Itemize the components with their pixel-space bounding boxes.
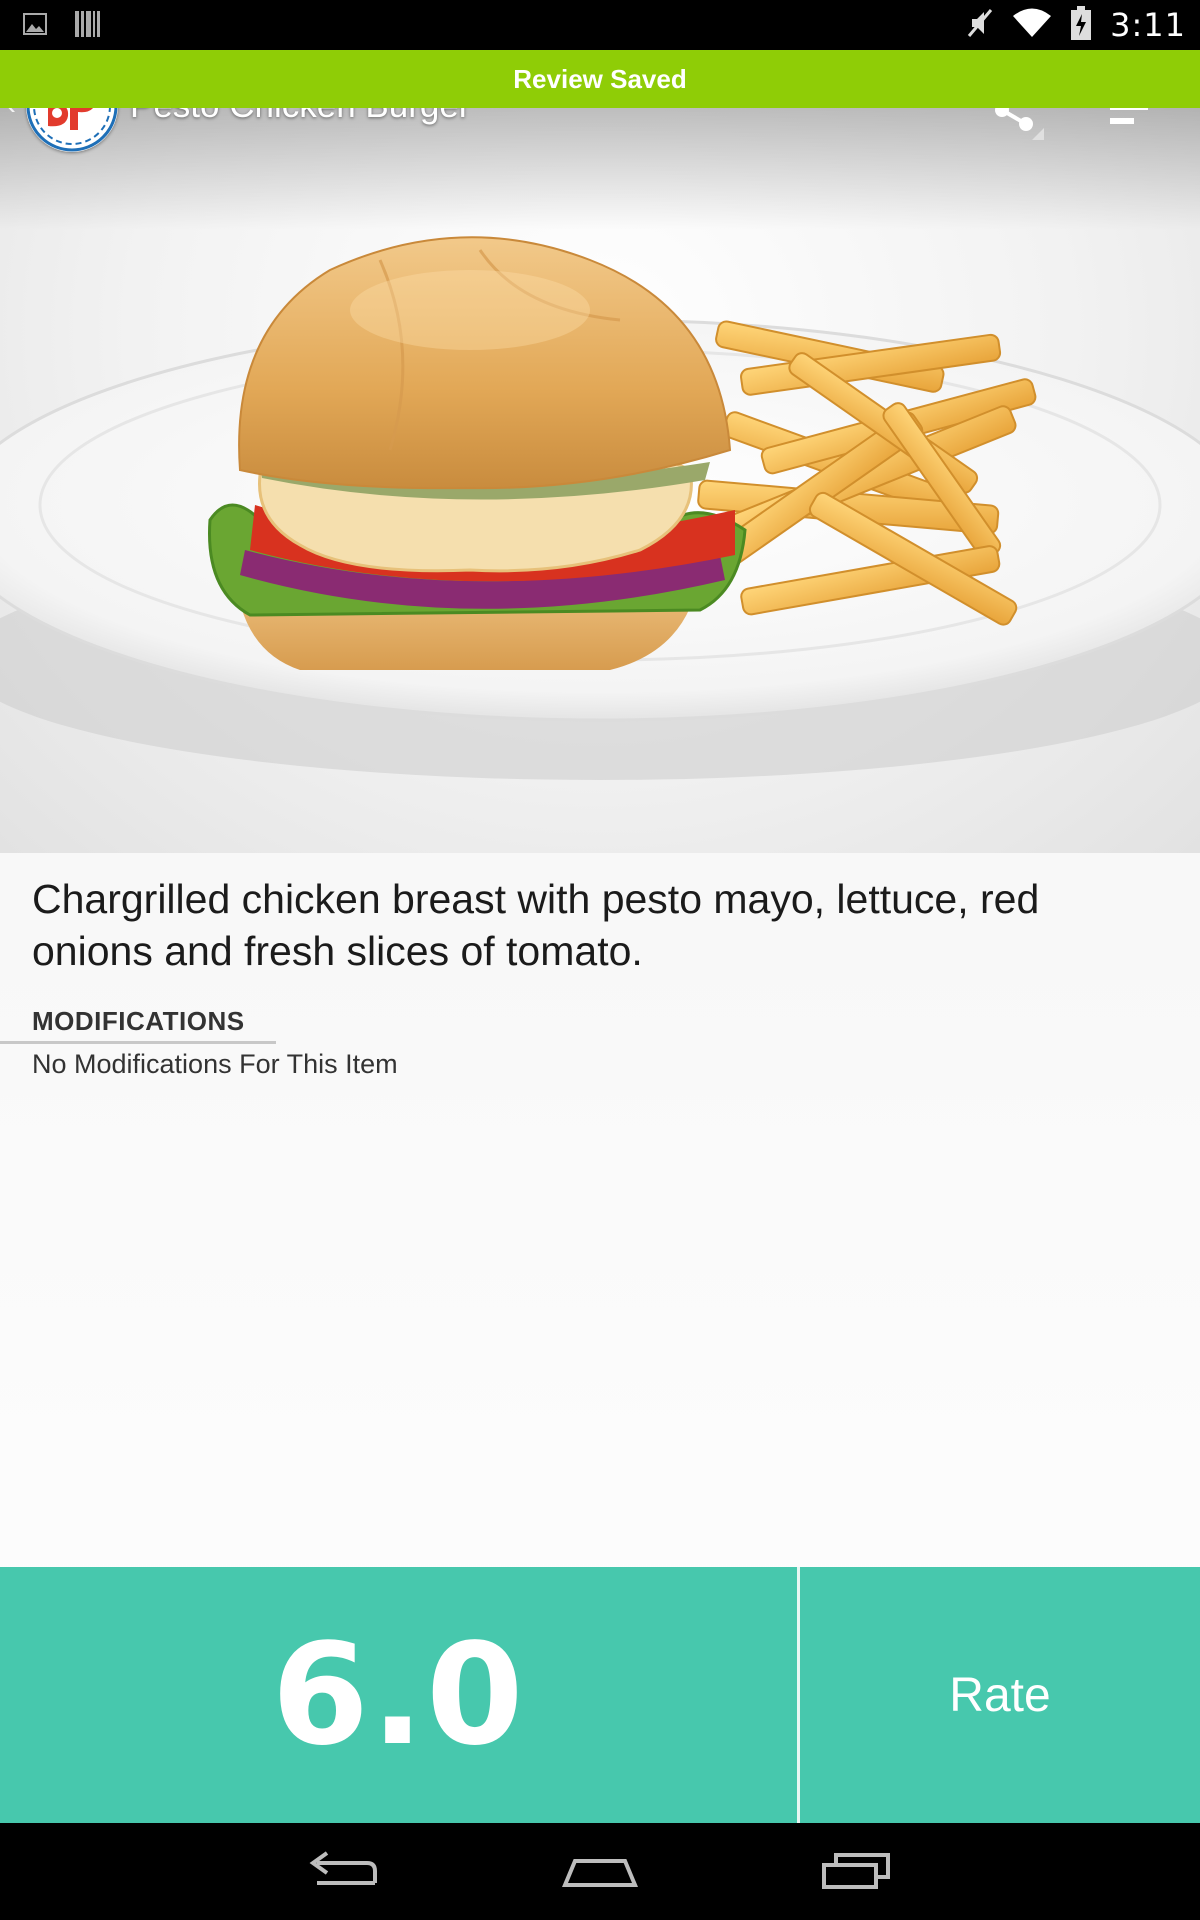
home-icon[interactable] bbox=[555, 1841, 645, 1901]
recent-apps-icon[interactable] bbox=[812, 1841, 902, 1901]
review-saved-toast: Review Saved bbox=[0, 50, 1200, 108]
modifications-value: No Modifications For This Item bbox=[32, 1049, 398, 1079]
back-icon[interactable] bbox=[297, 1841, 387, 1901]
mute-icon bbox=[966, 7, 994, 44]
rating-bar: 6.0 Rate bbox=[0, 1567, 1200, 1823]
status-bar: 3:11 bbox=[0, 0, 1200, 50]
rating-score: 6.0 bbox=[271, 1613, 526, 1777]
modifications-divider bbox=[0, 1041, 276, 1044]
screen: 3:11 ‹ Pesto Chicken Burger bbox=[0, 0, 1200, 1920]
gallery-icon bbox=[22, 11, 48, 42]
battery-charging-icon bbox=[1070, 5, 1092, 45]
status-clock: 3:11 bbox=[1110, 6, 1186, 44]
wifi-icon bbox=[1012, 7, 1052, 44]
modifications-header: MODIFICATIONS bbox=[32, 1006, 245, 1036]
toast-text: Review Saved bbox=[513, 64, 687, 94]
system-nav-bar bbox=[0, 1823, 1200, 1920]
item-description: Chargrilled chicken breast with pesto ma… bbox=[32, 876, 1040, 974]
item-photo bbox=[0, 50, 1200, 853]
rate-button[interactable]: Rate bbox=[800, 1567, 1200, 1823]
barcode-icon bbox=[74, 10, 100, 43]
